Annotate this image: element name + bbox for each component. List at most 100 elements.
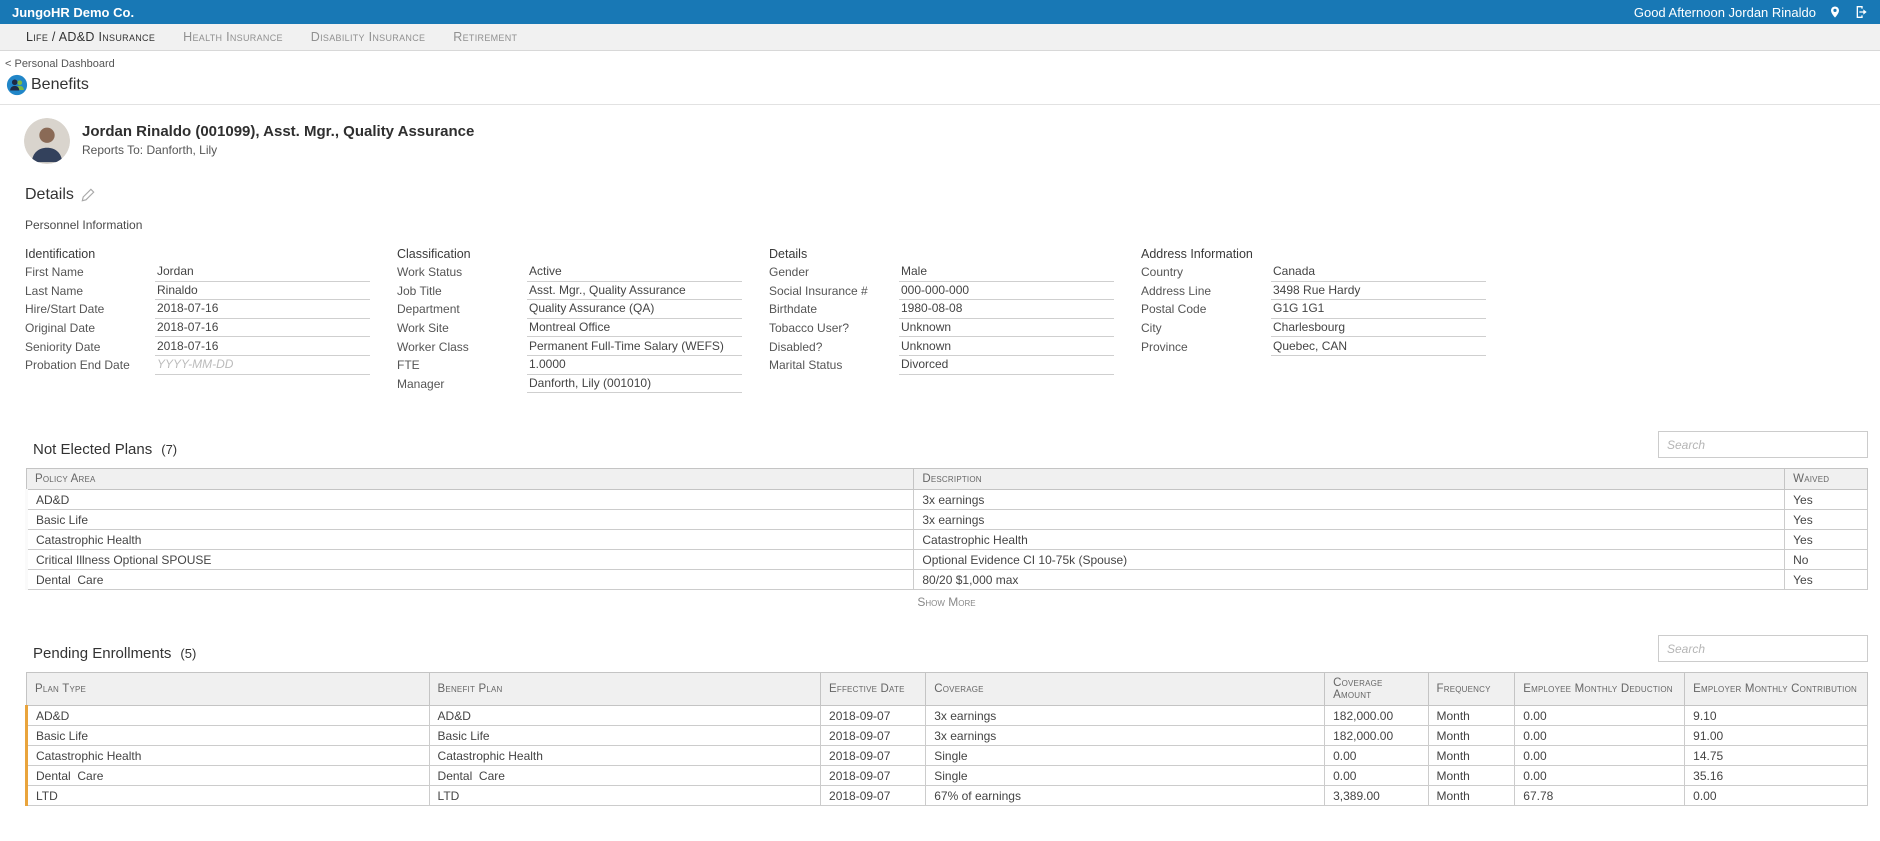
cell: Basic Life (27, 510, 914, 530)
field-value[interactable]: Canada (1271, 263, 1486, 282)
table-row[interactable]: Catastrophic HealthCatastrophic HealthYe… (27, 530, 1868, 550)
breadcrumb-personal-dashboard[interactable]: < Personal Dashboard (0, 51, 115, 70)
field-value[interactable]: Rinaldo (155, 282, 370, 301)
personnel-fields-grid: IdentificationFirst NameJordanLast NameR… (25, 244, 1880, 393)
field-value[interactable]: Permanent Full-Time Salary (WEFS) (527, 337, 742, 356)
employee-avatar (24, 118, 70, 164)
details-title: Details (25, 186, 74, 204)
not-elected-plans-table: Policy AreaDescriptionWaivedAD&D3x earni… (25, 468, 1868, 590)
tab-health-insurance[interactable]: Health Insurance (169, 24, 297, 50)
field-value[interactable]: 000-000-000 (899, 282, 1114, 301)
table-row[interactable]: Catastrophic HealthCatastrophic Health20… (27, 746, 1868, 766)
field-value[interactable]: Divorced (899, 356, 1114, 375)
tab-retirement[interactable]: Retirement (439, 24, 531, 50)
show-more-button[interactable]: Show More (917, 595, 975, 609)
table-row[interactable]: Basic Life3x earningsYes (27, 510, 1868, 530)
column-header[interactable]: Coverage Amount (1325, 673, 1428, 706)
field-value[interactable]: Jordan (155, 263, 370, 282)
tab-disability-insurance[interactable]: Disability Insurance (297, 24, 440, 50)
location-pin-icon[interactable] (1829, 4, 1841, 20)
table-row[interactable]: Basic LifeBasic Life2018-09-073x earning… (27, 726, 1868, 746)
field-label: Disabled? (769, 340, 899, 354)
column-header[interactable]: Waived (1785, 469, 1868, 490)
table-row[interactable]: Critical Illness Optional SPOUSEOptional… (27, 550, 1868, 570)
field-row: Postal CodeG1G 1G1 (1141, 300, 1486, 319)
field-value[interactable]: Quality Assurance (QA) (527, 300, 742, 319)
field-value[interactable]: 2018-07-16 (155, 300, 370, 319)
column-header[interactable]: Description (914, 469, 1785, 490)
field-value[interactable]: YYYY-MM-DD (155, 356, 370, 375)
field-label: FTE (397, 358, 527, 372)
field-row: Marital StatusDivorced (769, 356, 1114, 375)
cell: LTD (27, 786, 430, 806)
pending-enrollments-count: (5) (180, 646, 196, 661)
cell: Yes (1785, 570, 1868, 590)
field-value[interactable]: 2018-07-16 (155, 337, 370, 356)
detail-group: IdentificationFirst NameJordanLast NameR… (25, 244, 370, 393)
field-value[interactable]: 1.0000 (527, 356, 742, 375)
benefits-icon (6, 74, 28, 96)
field-row: ManagerDanforth, Lily (001010) (397, 375, 742, 394)
column-header[interactable]: Benefit Plan (429, 673, 820, 706)
cell: 0.00 (1515, 706, 1685, 726)
table-row[interactable]: LTDLTD2018-09-0767% of earnings3,389.00M… (27, 786, 1868, 806)
field-label: First Name (25, 265, 155, 279)
table-row[interactable]: Dental Care80/20 $1,000 maxYes (27, 570, 1868, 590)
field-value[interactable]: Unknown (899, 319, 1114, 338)
column-header[interactable]: Coverage (926, 673, 1325, 706)
field-row: GenderMale (769, 263, 1114, 282)
cell: Yes (1785, 490, 1868, 510)
field-value[interactable]: 3498 Rue Hardy (1271, 282, 1486, 301)
column-header[interactable]: Employee Monthly Deduction (1515, 673, 1685, 706)
table-row[interactable]: AD&D3x earningsYes (27, 490, 1868, 510)
field-label: Postal Code (1141, 302, 1271, 316)
greeting-text: Good Afternoon Jordan Rinaldo (1634, 5, 1816, 20)
cell: AD&D (27, 706, 430, 726)
field-value[interactable]: Male (899, 263, 1114, 282)
cell: 2018-09-07 (821, 726, 926, 746)
field-value[interactable]: Unknown (899, 337, 1114, 356)
field-row: Seniority Date2018-07-16 (25, 337, 370, 356)
field-value[interactable]: Active (527, 263, 742, 282)
field-value[interactable]: 2018-07-16 (155, 319, 370, 338)
field-value[interactable]: Quebec, CAN (1271, 337, 1486, 356)
field-label: Seniority Date (25, 340, 155, 354)
field-value[interactable]: Danforth, Lily (001010) (527, 375, 742, 394)
table-row[interactable]: AD&DAD&D2018-09-073x earnings182,000.00M… (27, 706, 1868, 726)
cell: Dental Care (429, 766, 820, 786)
field-label: Country (1141, 265, 1271, 279)
table-row[interactable]: Dental CareDental Care2018-09-07Single0.… (27, 766, 1868, 786)
logout-icon[interactable] (1854, 4, 1870, 20)
field-row: Social Insurance #000-000-000 (769, 282, 1114, 301)
field-value[interactable]: Charlesbourg (1271, 319, 1486, 338)
column-header[interactable]: Employer Monthly Contribution (1685, 673, 1868, 706)
tab-life-add-insurance[interactable]: Life / AD&D Insurance (12, 24, 169, 50)
pending-enrollments-search-input[interactable] (1658, 635, 1868, 662)
edit-icon[interactable] (81, 188, 95, 202)
field-value[interactable]: Asst. Mgr., Quality Assurance (527, 282, 742, 301)
not-elected-plans-count: (7) (161, 442, 177, 457)
cell: 80/20 $1,000 max (914, 570, 1785, 590)
column-header[interactable]: Plan Type (27, 673, 430, 706)
field-value[interactable]: G1G 1G1 (1271, 300, 1486, 319)
not-elected-search-input[interactable] (1658, 431, 1868, 458)
cell: 182,000.00 (1325, 726, 1428, 746)
column-header[interactable]: Policy Area (27, 469, 914, 490)
details-section: Details Personnel Information Identifica… (0, 186, 1880, 393)
pending-enrollments-table: Plan TypeBenefit PlanEffective DateCover… (25, 672, 1868, 806)
detail-group: DetailsGenderMaleSocial Insurance #000-0… (769, 244, 1114, 393)
field-row: Original Date2018-07-16 (25, 319, 370, 338)
cell: AD&D (429, 706, 820, 726)
cell: AD&D (27, 490, 914, 510)
field-value[interactable]: Montreal Office (527, 319, 742, 338)
field-value[interactable]: 1980-08-08 (899, 300, 1114, 319)
cell: Month (1428, 766, 1515, 786)
cell: Dental Care (27, 766, 430, 786)
column-header[interactable]: Effective Date (821, 673, 926, 706)
cell: 3x earnings (914, 490, 1785, 510)
cell: 2018-09-07 (821, 786, 926, 806)
cell: 3x earnings (914, 510, 1785, 530)
not-elected-plans-title: Not Elected Plans (33, 441, 152, 458)
field-row: First NameJordan (25, 263, 370, 282)
column-header[interactable]: Frequency (1428, 673, 1515, 706)
